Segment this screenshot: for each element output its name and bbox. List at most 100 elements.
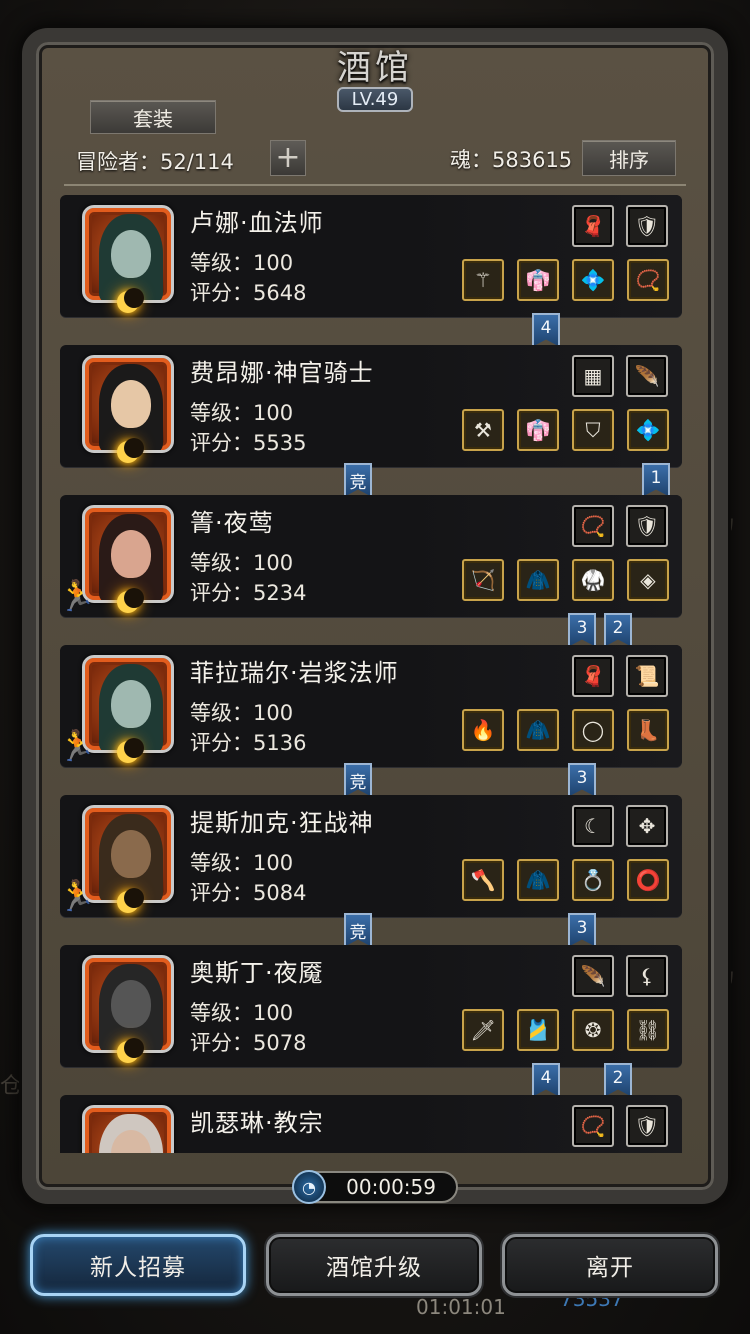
dark-cloak-icon[interactable]: 🧥 bbox=[517, 859, 559, 901]
hero-card[interactable]: 🏃 箐·夜莺 等级：100 评分：5234 📿 🛡 🏹 🧥 🥋 ◈ bbox=[60, 495, 682, 617]
running-icon: 🏃 bbox=[60, 729, 96, 764]
chest-plate-icon[interactable]: ⛉ bbox=[572, 409, 614, 451]
bracer-icon[interactable]: ⛓ bbox=[627, 1009, 669, 1051]
background-hud-time: 01:01:01 bbox=[416, 1295, 506, 1319]
rune-gem-icon[interactable]: ◈ bbox=[627, 559, 669, 601]
fire-staff-icon[interactable]: 🔥 bbox=[462, 709, 504, 751]
moon-icon bbox=[117, 288, 144, 313]
dark-cloak-icon[interactable]: 🧥 bbox=[517, 559, 559, 601]
hero-portrait[interactable] bbox=[82, 655, 174, 753]
hero-score: 评分：5136 bbox=[190, 731, 307, 755]
running-icon: 🏃 bbox=[60, 579, 96, 614]
dark-cloak-icon[interactable]: 🧥 bbox=[517, 709, 559, 751]
hammer-icon[interactable]: ⚒ bbox=[462, 409, 504, 451]
blue-armor-icon[interactable]: 🛡 bbox=[626, 1105, 668, 1147]
level-badge: LV.49 bbox=[337, 87, 413, 112]
hero-card[interactable]: 费昂娜·神官骑士等级：100 评分：5535 ▦ 🪶 ⚒ 👘 ⛉ 💠 bbox=[60, 345, 682, 467]
crystal-armor-icon[interactable]: 💠 bbox=[572, 259, 614, 301]
arena-ribbon: 竞 bbox=[344, 763, 372, 797]
recruit-button[interactable]: 新人招募 bbox=[30, 1234, 246, 1296]
hero-name: 提斯加克·狂战神 bbox=[190, 809, 374, 837]
clock-icon: ◔ bbox=[292, 1170, 326, 1204]
hero-portrait[interactable] bbox=[82, 505, 174, 603]
dagger-icon[interactable]: 🗡 bbox=[462, 1009, 504, 1051]
count-ribbon: 1 bbox=[642, 463, 670, 497]
moon-icon bbox=[117, 738, 144, 763]
hero-score: 评分：5078 bbox=[190, 1031, 307, 1055]
blue-armor-icon[interactable]: 🛡 bbox=[626, 505, 668, 547]
hero-card[interactable]: 凯瑟琳·教宗 📿 🛡 bbox=[60, 1095, 682, 1153]
count-ribbon: 3 bbox=[568, 763, 596, 797]
sapphire-ring-icon[interactable]: 💍 bbox=[572, 859, 614, 901]
hero-card[interactable]: 🏃 菲拉瑞尔·岩浆法师等级：100 评分：5136 🧣 📜 🔥 🧥 ◯ 👢 bbox=[60, 645, 682, 767]
hero-portrait[interactable] bbox=[82, 355, 174, 453]
boots-icon[interactable]: 👢 bbox=[627, 709, 669, 751]
hero-name: 奥斯丁·夜魇 bbox=[190, 959, 324, 987]
red-hood-icon[interactable]: 🧣 bbox=[572, 205, 614, 247]
hero-list[interactable]: 卢娜·血法师 等级：100 评分：5648 🧣 🛡 ⚚ 👘 💠 📿 4 费昂娜·神官骑士 等级：100… bbox=[60, 195, 690, 1153]
hero-score: 评分：5535 bbox=[190, 431, 307, 455]
hero-level: 等级：100 bbox=[190, 551, 294, 575]
hero-card[interactable]: 奥斯丁·夜魇 等级：100 评分：5078 🪶 ⚸ 🗡 🎽 ❂ ⛓ bbox=[60, 945, 682, 1067]
timer-value: 00:00:59 bbox=[346, 1175, 436, 1199]
hero-card[interactable]: 卢娜·血法师 等级：100 评分：5648 🧣 🛡 ⚚ 👘 💠 📿 bbox=[60, 195, 682, 317]
add-adventurer-button[interactable]: + bbox=[270, 140, 306, 176]
hero-portrait[interactable] bbox=[82, 1105, 174, 1153]
hero-name: 菲拉瑞尔·岩浆法师 bbox=[190, 659, 399, 687]
hero-name: 费昂娜·神官骑士 bbox=[190, 359, 374, 387]
moon-icon bbox=[117, 888, 144, 913]
set-button[interactable]: 套装 bbox=[90, 100, 216, 134]
count-ribbon: 4 bbox=[532, 1063, 560, 1097]
necklace-icon[interactable]: 📿 bbox=[572, 1105, 614, 1147]
white-feather-icon[interactable]: 🪶 bbox=[572, 955, 614, 997]
robe-icon[interactable]: 👘 bbox=[517, 259, 559, 301]
leave-button[interactable]: 离开 bbox=[502, 1234, 718, 1296]
hero-level: 等级：100 bbox=[190, 851, 294, 875]
arena-ribbon: 竞 bbox=[344, 913, 372, 947]
red-robe-icon[interactable]: 🎽 bbox=[517, 1009, 559, 1051]
horn-icon[interactable]: ☾ bbox=[572, 805, 614, 847]
hero-portrait[interactable] bbox=[82, 955, 174, 1053]
gold-ring-icon[interactable]: ⭕ bbox=[627, 859, 669, 901]
hero-level: 等级：100 bbox=[190, 701, 294, 725]
amulet-icon[interactable]: 📿 bbox=[627, 259, 669, 301]
portrait-face bbox=[111, 830, 151, 878]
portrait-face bbox=[111, 380, 151, 428]
dark-robe-icon[interactable]: 🥋 bbox=[572, 559, 614, 601]
hero-card[interactable]: 🏃 提斯加克·狂战神 等级：100 评分：5084 ☾ ✥ 🪓 🧥 💍 ⭕ bbox=[60, 795, 682, 917]
moon-icon bbox=[117, 588, 144, 613]
bow-icon[interactable]: 🏹 bbox=[462, 559, 504, 601]
blue-armor-icon[interactable]: 🛡 bbox=[626, 205, 668, 247]
divider bbox=[64, 184, 686, 186]
plus-icon: + bbox=[275, 140, 301, 175]
hero-portrait[interactable] bbox=[82, 205, 174, 303]
sort-button[interactable]: 排序 bbox=[582, 140, 676, 176]
claw-icon[interactable]: ⚸ bbox=[626, 955, 668, 997]
running-icon: 🏃 bbox=[60, 879, 96, 914]
staff-icon[interactable]: ⚚ bbox=[462, 259, 504, 301]
portrait-face bbox=[111, 980, 151, 1028]
emblem-icon[interactable]: ✥ bbox=[626, 805, 668, 847]
crystal-armor-icon[interactable]: 💠 bbox=[627, 409, 669, 451]
hero-name: 卢娜·血法师 bbox=[190, 209, 324, 237]
portrait-face bbox=[111, 230, 151, 278]
hero-level: 等级：100 bbox=[190, 251, 294, 275]
count-ribbon: 3 bbox=[568, 913, 596, 947]
count-ribbon: 4 bbox=[532, 313, 560, 347]
emerald-ring-icon[interactable]: ❂ bbox=[572, 1009, 614, 1051]
title-plate: 酒馆 LV.49 bbox=[286, 40, 464, 112]
axe-icon[interactable]: 🪓 bbox=[462, 859, 504, 901]
hero-level: 等级：100 bbox=[190, 401, 294, 425]
count-ribbon: 2 bbox=[604, 1063, 632, 1097]
moon-icon bbox=[117, 438, 144, 463]
chainmail-icon[interactable]: ▦ bbox=[572, 355, 614, 397]
jade-ring-icon[interactable]: ◯ bbox=[572, 709, 614, 751]
green-scroll-icon[interactable]: 📜 bbox=[626, 655, 668, 697]
feather-icon[interactable]: 🪶 bbox=[626, 355, 668, 397]
upgrade-tavern-button[interactable]: 酒馆升级 bbox=[266, 1234, 482, 1296]
red-hood-icon[interactable]: 🧣 bbox=[572, 655, 614, 697]
count-ribbon: 2 bbox=[604, 613, 632, 647]
necklace-icon[interactable]: 📿 bbox=[572, 505, 614, 547]
robe-icon[interactable]: 👘 bbox=[517, 409, 559, 451]
hero-portrait[interactable] bbox=[82, 805, 174, 903]
